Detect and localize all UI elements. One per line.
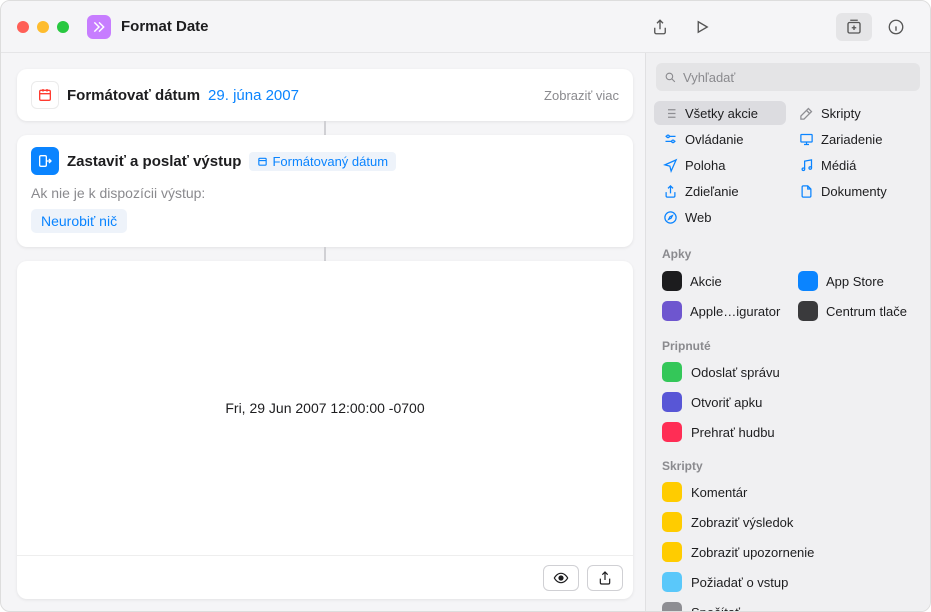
show-more-button[interactable]: Zobraziť viac xyxy=(544,88,619,103)
window-controls xyxy=(17,21,69,33)
doc-icon xyxy=(798,183,814,199)
no-output-label: Ak nie je k dispozícii výstup: xyxy=(31,185,619,201)
category-label: Všetky akcie xyxy=(685,106,758,121)
app-label: App Store xyxy=(826,274,884,289)
category-label: Poloha xyxy=(685,158,725,173)
category-label: Ovládanie xyxy=(685,132,744,147)
action-icon xyxy=(662,422,682,442)
action-icon xyxy=(662,542,682,562)
category-item[interactable]: Dokumenty xyxy=(790,179,922,203)
app-label: Apple…igurator xyxy=(690,304,780,319)
connector xyxy=(324,247,326,261)
minimize-window-button[interactable] xyxy=(37,21,49,33)
category-label: Web xyxy=(685,210,712,225)
section-apps: Apky xyxy=(646,243,930,265)
close-window-button[interactable] xyxy=(17,21,29,33)
app-item[interactable]: App Store xyxy=(790,267,922,295)
action-item[interactable]: Spočítať xyxy=(646,597,930,611)
action-label: Požiadať o vstup xyxy=(691,575,788,590)
action-label: Otvoriť apku xyxy=(691,395,762,410)
search-input[interactable]: Vyhľadať xyxy=(656,63,920,91)
share-button[interactable] xyxy=(642,13,678,41)
action-label: Zobraziť upozornenie xyxy=(691,545,814,560)
info-button[interactable] xyxy=(878,13,914,41)
safari-icon xyxy=(662,209,678,225)
formatted-date-variable[interactable]: Formátovaný dátum xyxy=(249,152,396,171)
shortcut-icon xyxy=(87,15,111,39)
action-icon xyxy=(662,572,682,592)
action-label: Odoslať správu xyxy=(691,365,780,380)
action-item[interactable]: Komentár xyxy=(646,477,930,507)
quicklook-button[interactable] xyxy=(543,565,579,591)
app-label: Akcie xyxy=(690,274,722,289)
share-output-button[interactable] xyxy=(587,565,623,591)
app-item[interactable]: Apple…igurator xyxy=(654,297,786,325)
app-icon xyxy=(798,271,818,291)
exit-icon xyxy=(31,147,59,175)
wand-icon xyxy=(798,105,814,121)
editor-canvas: Formátovať dátum 29. júna 2007 Zobraziť … xyxy=(1,53,645,611)
date-value-token[interactable]: 29. júna 2007 xyxy=(208,87,299,104)
action-label: Komentár xyxy=(691,485,747,500)
action-icon xyxy=(662,512,682,532)
category-label: Zariadenie xyxy=(821,132,882,147)
category-item[interactable]: Médiá xyxy=(790,153,922,177)
action-icon xyxy=(662,362,682,382)
connector xyxy=(324,121,326,135)
action-icon xyxy=(662,392,682,412)
action-item[interactable]: Zobraziť výsledok xyxy=(646,507,930,537)
category-item[interactable]: Všetky akcie xyxy=(654,101,786,125)
action-icon xyxy=(662,482,682,502)
stop-output-action[interactable]: Zastaviť a poslať výstup Formátovaný dát… xyxy=(17,135,633,247)
section-pinned: Pripnuté xyxy=(646,335,930,357)
category-item[interactable]: Zariadenie xyxy=(790,127,922,151)
share-icon xyxy=(662,183,678,199)
category-item[interactable]: Zdieľanie xyxy=(654,179,786,203)
desktop-icon xyxy=(798,131,814,147)
music-icon xyxy=(798,157,814,173)
actions-sidebar: Vyhľadať Všetky akcie Skripty Ovládanie Zar… xyxy=(645,53,930,611)
action-label: Spočítať xyxy=(691,605,740,612)
category-label: Skripty xyxy=(821,106,861,121)
action-icon xyxy=(662,602,682,611)
action-item[interactable]: Požiadať o vstup xyxy=(646,567,930,597)
library-toggle-button[interactable] xyxy=(836,13,872,41)
category-label: Zdieľanie xyxy=(685,184,739,199)
window-title: Format Date xyxy=(121,18,209,35)
action-item[interactable]: Otvoriť apku xyxy=(646,387,930,417)
action-item[interactable]: Odoslať správu xyxy=(646,357,930,387)
search-placeholder: Vyhľadať xyxy=(683,70,735,85)
output-preview: Fri, 29 Jun 2007 12:00:00 -0700 xyxy=(17,261,633,599)
app-item[interactable]: Centrum tlače xyxy=(790,297,922,325)
category-item[interactable]: Skripty xyxy=(790,101,922,125)
section-scripts: Skripty xyxy=(646,455,930,477)
action-label: Zastaviť a poslať výstup xyxy=(67,153,241,170)
no-output-choice[interactable]: Neurobiť nič xyxy=(31,209,127,233)
calendar-icon xyxy=(31,81,59,109)
app-icon xyxy=(662,301,682,321)
knobs-icon xyxy=(662,131,678,147)
category-label: Dokumenty xyxy=(821,184,887,199)
category-item[interactable]: Web xyxy=(654,205,786,229)
app-label: Centrum tlače xyxy=(826,304,907,319)
run-button[interactable] xyxy=(684,13,720,41)
zoom-window-button[interactable] xyxy=(57,21,69,33)
format-date-action[interactable]: Formátovať dátum 29. júna 2007 Zobraziť … xyxy=(17,69,633,121)
titlebar: Format Date xyxy=(1,1,930,53)
app-item[interactable]: Akcie xyxy=(654,267,786,295)
action-label: Prehrať hudbu xyxy=(691,425,775,440)
category-item[interactable]: Ovládanie xyxy=(654,127,786,151)
output-text: Fri, 29 Jun 2007 12:00:00 -0700 xyxy=(17,261,633,555)
list-icon xyxy=(662,105,678,121)
nav-icon xyxy=(662,157,678,173)
search-icon xyxy=(664,71,677,84)
action-label: Formátovať dátum xyxy=(67,87,200,104)
category-label: Médiá xyxy=(821,158,856,173)
app-icon xyxy=(798,301,818,321)
action-label: Zobraziť výsledok xyxy=(691,515,793,530)
category-item[interactable]: Poloha xyxy=(654,153,786,177)
action-item[interactable]: Zobraziť upozornenie xyxy=(646,537,930,567)
app-icon xyxy=(662,271,682,291)
action-item[interactable]: Prehrať hudbu xyxy=(646,417,930,447)
